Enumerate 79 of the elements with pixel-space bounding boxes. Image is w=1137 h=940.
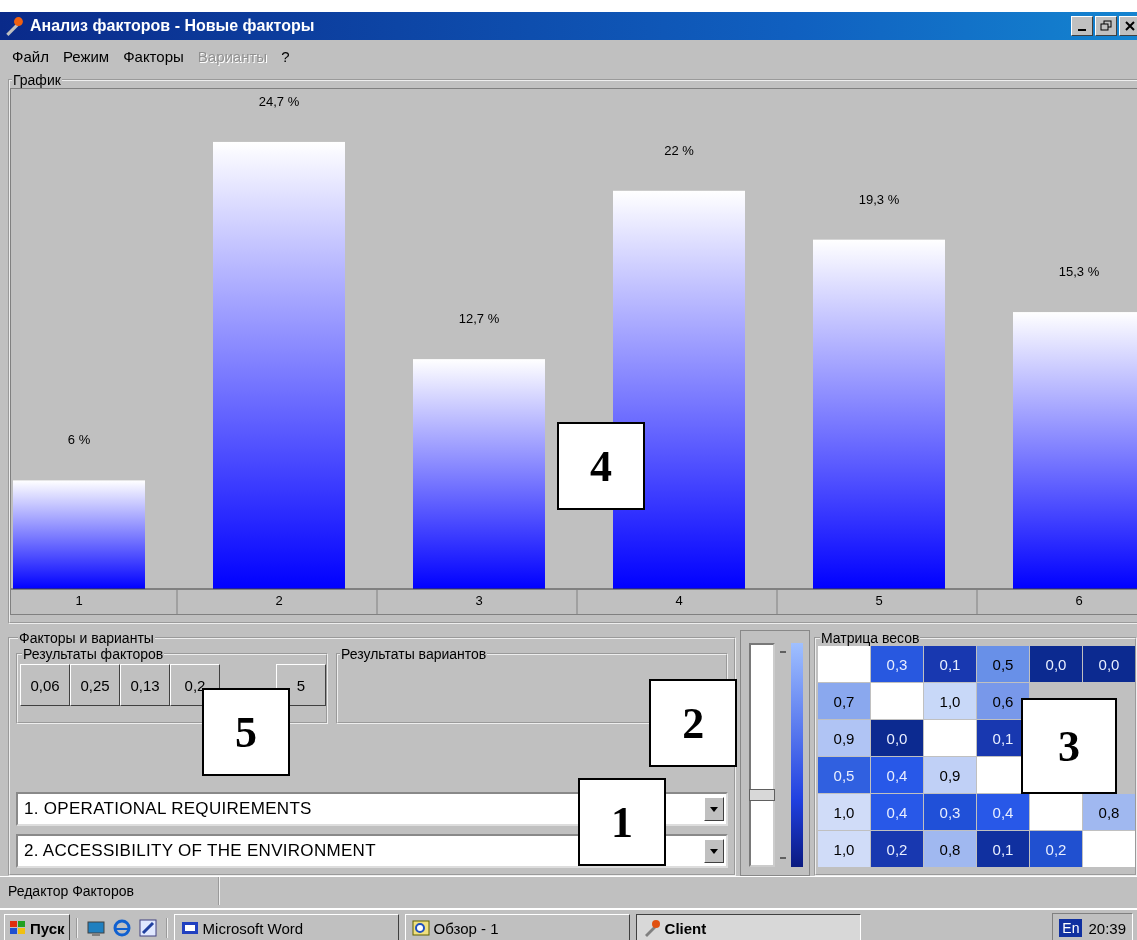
- matrix-cell: 0,1: [977, 831, 1029, 867]
- document-icon: [180, 919, 199, 937]
- matrix-cell: 0,4: [871, 794, 923, 830]
- category-label: 4: [675, 593, 683, 608]
- matrix-cell: 0,8: [1083, 794, 1135, 830]
- minimize-icon: [1078, 29, 1086, 31]
- minimize-button[interactable]: [1071, 16, 1093, 36]
- dropdown-button[interactable]: [704, 839, 725, 863]
- value-label: 22 %: [664, 142, 694, 158]
- menu-item[interactable]: Файл: [12, 47, 49, 65]
- matrix-cell: 0,8: [924, 831, 976, 867]
- result-button[interactable]: 0,06: [20, 664, 70, 706]
- value-label: 24,7 %: [258, 93, 300, 109]
- panel-title: Результаты вариантов: [340, 646, 488, 662]
- pencil-icon[interactable]: [137, 918, 158, 938]
- close-button[interactable]: [1119, 16, 1137, 36]
- taskbar-button[interactable]: Microsoft Word: [173, 914, 399, 940]
- magnifier-icon: [411, 919, 430, 937]
- matrix-cell: 0,4: [871, 757, 923, 793]
- caret-icon: [710, 848, 719, 854]
- category-label: 2: [275, 593, 283, 608]
- menu-item[interactable]: ?: [281, 47, 290, 65]
- browser-icon[interactable]: [111, 918, 132, 938]
- restore-button[interactable]: [1095, 16, 1117, 36]
- value-label: 12,7 %: [458, 311, 500, 327]
- category-label: 6: [1075, 593, 1083, 608]
- value-label: 15,3 %: [1058, 264, 1100, 280]
- close-icon: [1124, 20, 1136, 32]
- slider-thumb[interactable]: [749, 788, 776, 801]
- category-label: 1: [75, 593, 83, 608]
- matrix-cell: 1,0: [818, 794, 870, 830]
- result-button[interactable]: 0,13: [120, 664, 170, 706]
- callout-label: 5: [202, 688, 290, 776]
- matrix-cell: 0,3: [871, 646, 923, 682]
- callout-label: 3: [1021, 698, 1117, 794]
- matrix-cell: 0,0: [1030, 646, 1082, 682]
- window-title: Анализ факторов - Новые факторы: [30, 17, 316, 35]
- value-label: 19,3 %: [858, 191, 900, 207]
- matrix-cell: 0,6: [977, 683, 1029, 719]
- matrix-cell: 0,5: [977, 646, 1029, 682]
- start-button[interactable]: Пуск: [4, 914, 70, 940]
- panel-title: Результаты факторов: [22, 646, 165, 662]
- slider-track[interactable]: [749, 643, 776, 867]
- taskbar-button[interactable]: Обзор - 1: [404, 914, 630, 940]
- taskbar-button[interactable]: Client: [635, 914, 861, 940]
- clock: 20:39: [1088, 919, 1126, 937]
- matrix-cell: 0,9: [818, 720, 870, 756]
- windows-logo-icon: [9, 920, 27, 936]
- matrix-cell: 0,2: [1030, 831, 1082, 867]
- callout-label: 2: [649, 679, 738, 767]
- matrix-cell: 0,4: [977, 794, 1029, 830]
- callout-label: 4: [557, 422, 645, 510]
- dropdown-button[interactable]: [704, 797, 725, 821]
- matrix-cell: 0,2: [871, 831, 923, 867]
- matrix-cell: 0,5: [818, 757, 870, 793]
- matrix-cell: 0,1: [924, 646, 976, 682]
- matrix-cell: 0,9: [924, 757, 976, 793]
- restore-icon: [1100, 20, 1112, 32]
- category-label: 5: [875, 593, 883, 608]
- category-label: 3: [475, 593, 483, 608]
- result-button[interactable]: 0,25: [70, 664, 120, 706]
- language-indicator[interactable]: En: [1059, 919, 1083, 937]
- matrix-cell: 0,3: [924, 794, 976, 830]
- panel-title: Факторы и варианты: [18, 630, 155, 646]
- value-label: 6 %: [67, 432, 91, 448]
- panel-title: График: [12, 72, 62, 88]
- torch-icon: [4, 16, 24, 36]
- panel-title: Матрица весов: [820, 632, 921, 646]
- matrix-cell: 1,0: [924, 683, 976, 719]
- menu-item[interactable]: Факторы: [123, 47, 184, 65]
- matrix-cell: 0,0: [1083, 646, 1135, 682]
- matrix-cell: 0,0: [871, 720, 923, 756]
- menu-item[interactable]: Режим: [62, 47, 110, 65]
- status-text: Редактор Факторов: [8, 883, 134, 899]
- matrix-cell: 0,7: [818, 683, 870, 719]
- caret-icon: [710, 806, 719, 812]
- callout-label: 1: [578, 778, 666, 866]
- matrix-cell: 1,0: [818, 831, 870, 867]
- desktop-icon[interactable]: [85, 918, 106, 938]
